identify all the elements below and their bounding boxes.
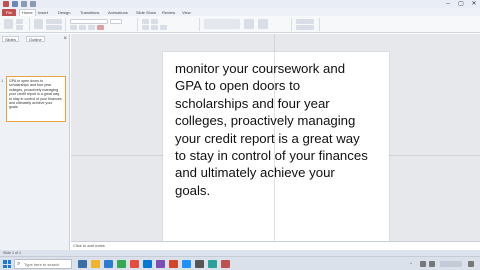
notifications-icon[interactable]: [468, 261, 474, 267]
slide-text-line: goals.: [175, 182, 211, 198]
slide-text-line: your credit report is a great way: [175, 130, 360, 146]
tab-insert[interactable]: Insert: [38, 9, 48, 16]
tab-home[interactable]: Home: [19, 9, 36, 16]
mail-icon[interactable]: [130, 260, 139, 268]
network-icon[interactable]: [420, 261, 426, 267]
slide-text-line: colleges, proactively managing: [175, 113, 356, 129]
close-button[interactable]: ✕: [468, 0, 480, 8]
ribbon-group-editing: [294, 18, 320, 31]
arrange-icon[interactable]: [244, 19, 254, 29]
ribbon-group-slides: [32, 18, 66, 31]
reset-icon[interactable]: [46, 25, 62, 30]
store-icon[interactable]: [143, 260, 152, 268]
search-placeholder: Type here to search: [24, 262, 60, 267]
ribbon-group-clipboard: [2, 18, 30, 31]
notes-pane[interactable]: Click to add notes: [71, 241, 480, 250]
bullets-icon[interactable]: [142, 19, 149, 24]
tab-slides[interactable]: Slides: [2, 36, 19, 42]
tab-design[interactable]: Design: [58, 9, 70, 16]
file-explorer-icon[interactable]: [91, 260, 100, 268]
tab-review[interactable]: Review: [162, 9, 175, 16]
tab-animations[interactable]: Animations: [108, 9, 128, 16]
taskbar-search-input[interactable]: ⌕ Type here to search: [14, 259, 72, 269]
taskbar: ⌕ Type here to search ^: [0, 256, 480, 270]
quick-styles-icon[interactable]: [258, 19, 268, 29]
slides-pane: Slides Outline × 1 GPA to open doors to …: [0, 34, 70, 260]
new-slide-icon[interactable]: [34, 19, 43, 29]
underline-icon[interactable]: [88, 25, 95, 30]
chrome-icon[interactable]: [117, 260, 126, 268]
layout-icon[interactable]: [46, 19, 62, 24]
slide-text-box[interactable]: monitor your coursework and GPA to open …: [175, 60, 383, 199]
replace-icon[interactable]: [296, 25, 314, 30]
slide-text-line: GPA to open doors to: [175, 78, 301, 94]
notes-placeholder: Click to add notes: [73, 243, 105, 248]
paste-icon[interactable]: [4, 19, 13, 29]
ribbon-group-paragraph: [140, 18, 200, 31]
tab-outline[interactable]: Outline: [26, 36, 45, 42]
tab-view[interactable]: View: [182, 9, 191, 16]
clock-icon[interactable]: [440, 261, 462, 267]
powerpoint-icon[interactable]: [169, 260, 178, 268]
redo-icon[interactable]: [30, 1, 36, 7]
slide-canvas[interactable]: monitor your coursework and GPA to open …: [163, 52, 389, 260]
bold-icon[interactable]: [70, 25, 77, 30]
search-icon: ⌕: [17, 261, 21, 267]
calculator-icon[interactable]: [208, 260, 217, 268]
slide-editor: monitor your coursework and GPA to open …: [71, 34, 480, 260]
tab-file[interactable]: File: [2, 9, 16, 16]
cut-icon[interactable]: [16, 19, 23, 24]
slide-text-line: scholarships and four year: [175, 95, 330, 111]
align-right-icon[interactable]: [160, 25, 167, 30]
photos-icon[interactable]: [182, 260, 191, 268]
tab-transitions[interactable]: Transitions: [80, 9, 99, 16]
ribbon-group-drawing: [202, 18, 292, 31]
slide-thumbnail[interactable]: GPA to open doors to scholarships and fo…: [6, 76, 66, 122]
tab-slide-show[interactable]: Slide Show: [136, 9, 156, 16]
tray-overflow-icon[interactable]: ^: [410, 257, 412, 270]
volume-icon[interactable]: [429, 261, 435, 267]
save-icon[interactable]: [12, 1, 18, 7]
slide-text-line: monitor your coursework and: [175, 61, 346, 76]
slide-number: 1: [1, 78, 4, 83]
windows-start-icon[interactable]: [3, 260, 11, 268]
slide-text-line: and ultimately achieve your: [175, 165, 335, 181]
window-title: [190, 0, 290, 8]
ribbon: [0, 16, 480, 33]
app-icon[interactable]: [221, 260, 230, 268]
font-size-dropdown[interactable]: [110, 19, 122, 24]
close-pane-icon[interactable]: ×: [63, 35, 67, 43]
ribbon-tabs: File Home Insert Design Transitions Anim…: [0, 8, 480, 16]
thumbnail-text: GPA to open doors to scholarships and fo…: [9, 79, 62, 110]
teams-icon[interactable]: [156, 260, 165, 268]
find-icon[interactable]: [296, 19, 314, 24]
ribbon-group-font: [68, 18, 138, 31]
italic-icon[interactable]: [79, 25, 86, 30]
edge-icon[interactable]: [104, 260, 113, 268]
numbering-icon[interactable]: [151, 19, 158, 24]
align-center-icon[interactable]: [151, 25, 158, 30]
maximize-button[interactable]: ▢: [455, 0, 467, 8]
title-bar: – ▢ ✕: [0, 0, 480, 8]
undo-icon[interactable]: [21, 1, 27, 7]
app-logo-icon: [3, 1, 9, 7]
copy-icon[interactable]: [16, 25, 23, 30]
shapes-gallery[interactable]: [204, 19, 240, 29]
slide-text-line: to stay in control of your finances: [175, 148, 368, 164]
font-name-dropdown[interactable]: [70, 19, 108, 24]
align-left-icon[interactable]: [142, 25, 149, 30]
task-view-icon[interactable]: [78, 260, 87, 268]
settings-icon[interactable]: [195, 260, 204, 268]
minimize-button[interactable]: –: [442, 0, 454, 8]
font-color-icon[interactable]: [97, 25, 104, 30]
